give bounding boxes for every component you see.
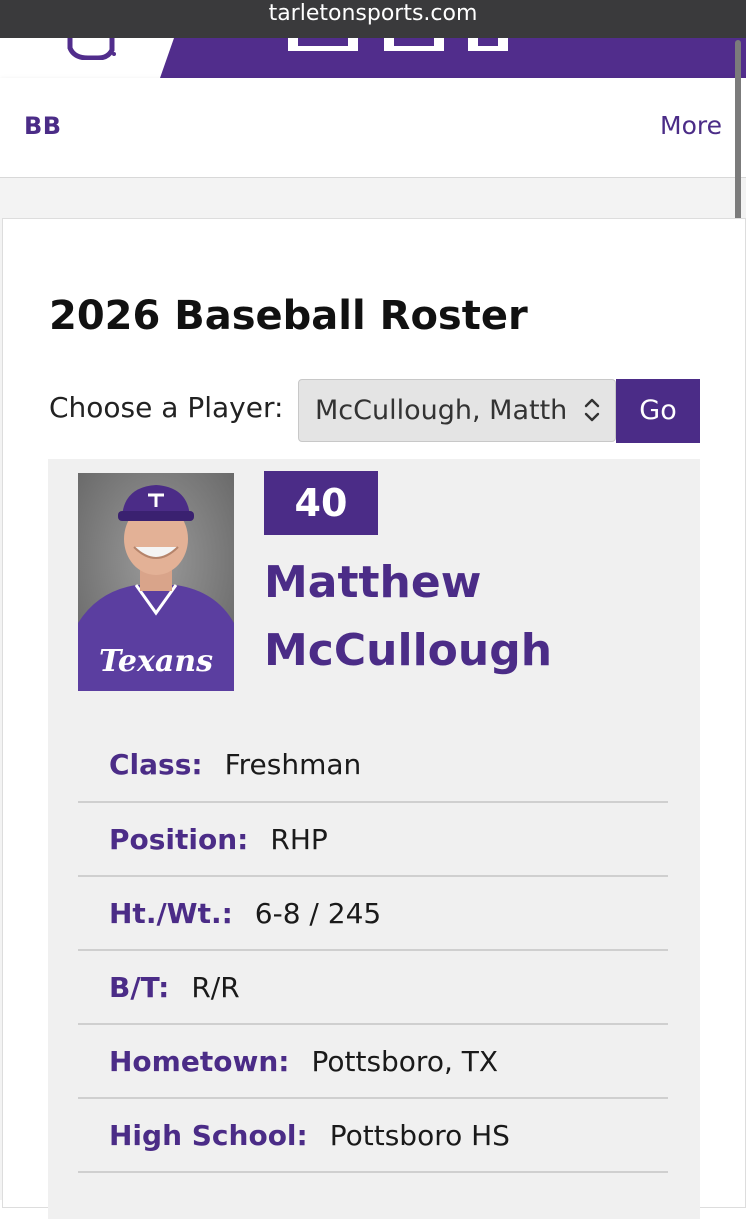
url-text: tarletonsports.com bbox=[268, 1, 478, 26]
bio-label: Ht./Wt.: bbox=[109, 897, 233, 930]
school-logo-icon[interactable] bbox=[62, 38, 120, 60]
bio-value: Pottsboro, TX bbox=[311, 1045, 499, 1078]
bio-label: Hometown: bbox=[109, 1045, 290, 1078]
site-banner bbox=[0, 38, 746, 78]
bio-row-high-school: High School: Pottsboro HS bbox=[78, 1099, 668, 1173]
page-title: 2026 Baseball Roster bbox=[49, 293, 528, 339]
player-bio-list: Class: Freshman Position: RHP Ht./Wt.: 6-8 … bbox=[78, 733, 668, 1173]
player-profile-panel: Texans 40 Matthew McCullough Class: Fresh… bbox=[48, 459, 700, 1219]
browser-url-bar[interactable]: tarletonsports.com bbox=[0, 0, 746, 38]
sport-nav-bar: BB More bbox=[0, 78, 746, 178]
bio-row-position: Position: RHP bbox=[78, 803, 668, 877]
bio-value: 6-8 / 245 bbox=[254, 897, 382, 930]
choose-player-label: Choose a Player: bbox=[49, 391, 284, 424]
player-first-name: Matthew bbox=[264, 557, 482, 608]
bio-value: Pottsboro HS bbox=[329, 1119, 510, 1152]
bio-label: Position: bbox=[109, 823, 249, 856]
bio-row-hometown: Hometown: Pottsboro, TX bbox=[78, 1025, 668, 1099]
roster-card: 2026 Baseball Roster Choose a Player: Mc… bbox=[2, 218, 746, 1219]
jersey-number: 40 bbox=[264, 471, 378, 535]
bio-value: RHP bbox=[270, 823, 328, 856]
sport-nav-baseball[interactable]: BB bbox=[24, 112, 62, 140]
player-select-value: McCullough, Matthew bbox=[315, 395, 567, 426]
player-last-name: McCullough bbox=[264, 625, 553, 676]
jersey-wordmark: Texans bbox=[99, 644, 213, 679]
bio-label: B/T: bbox=[109, 971, 170, 1004]
nav-more-menu[interactable]: More bbox=[660, 111, 722, 140]
bio-label: High School: bbox=[109, 1119, 308, 1152]
banner-wordmark bbox=[288, 38, 508, 51]
player-name: Matthew McCullough bbox=[264, 549, 684, 685]
bio-row-height-weight: Ht./Wt.: 6-8 / 245 bbox=[78, 877, 668, 951]
player-headshot: Texans bbox=[78, 473, 234, 691]
bio-value: Freshman bbox=[224, 748, 362, 781]
bio-label: Class: bbox=[109, 748, 203, 781]
select-updown-icon bbox=[584, 398, 600, 422]
bio-value: R/R bbox=[191, 971, 240, 1004]
bio-row-class: Class: Freshman bbox=[78, 733, 668, 803]
go-button[interactable]: Go bbox=[616, 379, 700, 443]
bio-row-bats-throws: B/T: R/R bbox=[78, 951, 668, 1025]
player-select[interactable]: McCullough, Matthew bbox=[298, 379, 616, 442]
